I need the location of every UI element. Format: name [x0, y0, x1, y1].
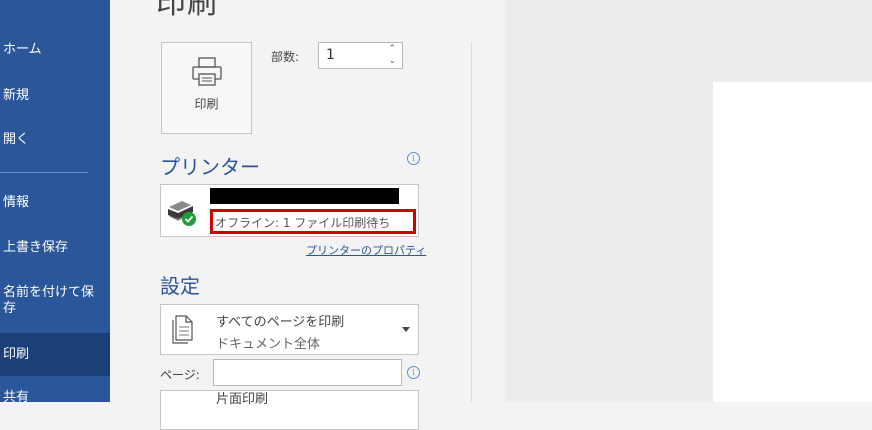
chevron-up-icon[interactable]: ⌃: [388, 45, 396, 54]
printer-status-icon: [168, 201, 196, 226]
print-sides-value: 片面印刷: [216, 392, 269, 407]
pages-input[interactable]: [213, 359, 402, 386]
pane-divider: [471, 42, 472, 402]
info-icon[interactable]: i: [407, 366, 420, 379]
chevron-down-icon[interactable]: ⌄: [388, 57, 396, 66]
copies-stepper[interactable]: 1 ⌃ ⌄: [318, 42, 403, 69]
page-title: 印刷: [156, 0, 218, 21]
sidebar-item-info[interactable]: 情報: [0, 195, 110, 211]
sidebar-item-home[interactable]: ホーム: [0, 42, 110, 58]
print-pane: 印刷 印刷 部数: 1 ⌃ ⌄ プリンター i オフライン: 1 ファイル印刷待…: [110, 0, 872, 430]
sidebar-item-open[interactable]: 開く: [0, 132, 110, 148]
sidebar-item-save[interactable]: 上書き保存: [0, 240, 110, 256]
settings-section-title: 設定: [160, 274, 200, 298]
sidebar-item-label: 印刷: [3, 346, 30, 362]
backstage-sidebar: ホーム 新規 開く 情報 上書き保存 名前を付けて保存 印刷 共有: [0, 0, 110, 402]
sidebar-divider: [0, 172, 88, 173]
copies-value: 1: [326, 47, 335, 63]
preview-page: [713, 82, 872, 402]
document-pages-icon: [172, 315, 193, 344]
info-icon[interactable]: i: [407, 152, 420, 165]
printer-status: オフライン: 1 ファイル印刷待ち: [215, 216, 391, 230]
print-range-value: すべてのページを印刷: [216, 315, 345, 330]
printer-name-redacted: [210, 188, 399, 204]
print-range-description: ドキュメント全体: [216, 337, 321, 352]
printer-section-title: プリンター: [160, 155, 260, 179]
print-range-dropdown[interactable]: すべてのページを印刷 ドキュメント全体: [160, 304, 419, 355]
printer-properties-link[interactable]: プリンターのプロパティ: [306, 242, 426, 258]
print-button[interactable]: 印刷: [161, 42, 252, 134]
sidebar-item-save-as[interactable]: 名前を付けて保存: [0, 285, 95, 317]
print-preview[interactable]: [505, 0, 872, 402]
printer-select[interactable]: オフライン: 1 ファイル印刷待ち: [160, 184, 419, 237]
print-sides-dropdown[interactable]: 片面印刷: [160, 390, 419, 430]
copies-label: 部数:: [271, 50, 300, 64]
print-button-label: 印刷: [194, 97, 219, 111]
sidebar-item-new[interactable]: 新規: [0, 88, 110, 104]
pages-label: ページ:: [160, 368, 200, 382]
printer-icon: [192, 57, 222, 86]
printer-status-highlight: オフライン: 1 ファイル印刷待ち: [210, 209, 416, 234]
sidebar-item-print[interactable]: 印刷: [0, 333, 110, 376]
chevron-down-icon: [402, 327, 410, 332]
sidebar-item-share[interactable]: 共有: [0, 390, 110, 402]
